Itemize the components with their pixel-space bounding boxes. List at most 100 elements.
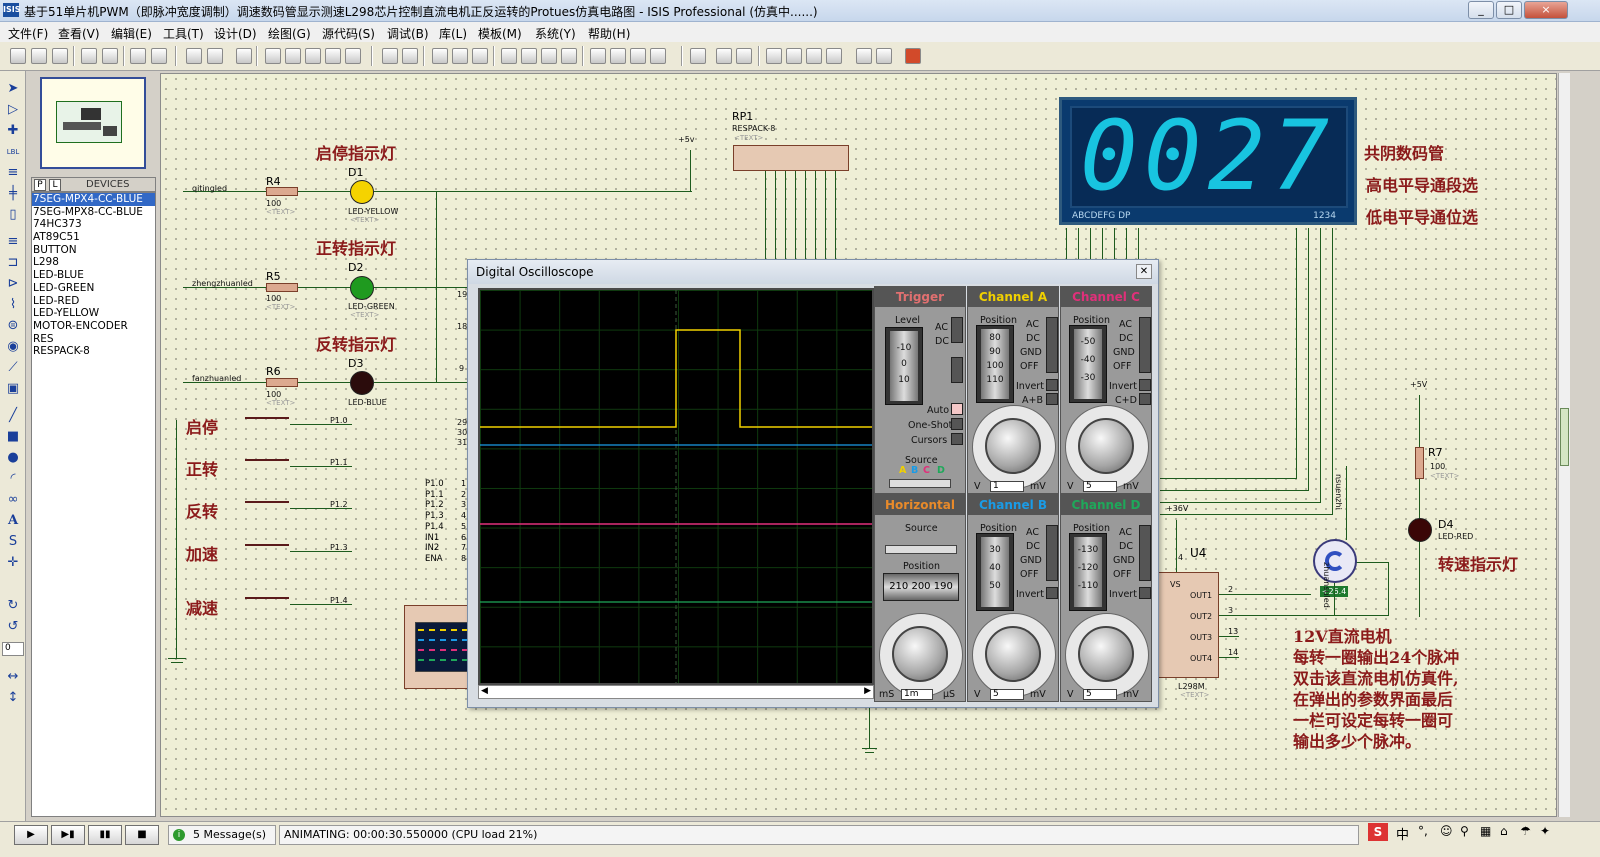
wire-label-mode-icon[interactable]: LBL xyxy=(5,144,21,160)
maximize-button[interactable]: □ xyxy=(1496,1,1522,19)
menu-library[interactable]: 库(L) xyxy=(439,25,467,42)
dc-motor-encoder[interactable] xyxy=(1313,539,1357,583)
zoom-child-icon[interactable] xyxy=(826,48,842,64)
trigger-source-slider[interactable] xyxy=(889,479,951,488)
coupling-dc[interactable]: DC xyxy=(1026,333,1040,344)
menu-edit[interactable]: 编辑(E) xyxy=(111,25,152,42)
punctuation-icon[interactable]: °, xyxy=(1418,824,1428,838)
channel-d-volts-value[interactable]: 5 xyxy=(1083,689,1117,700)
source-a[interactable]: A xyxy=(899,465,906,476)
channel-d-invert-toggle[interactable] xyxy=(1139,587,1151,599)
menu-view[interactable]: 查看(V) xyxy=(58,25,100,42)
r5-resistor[interactable] xyxy=(266,283,298,292)
channel-c-coupling-switch[interactable] xyxy=(1139,317,1151,373)
origin-icon[interactable] xyxy=(236,48,252,64)
menu-graph[interactable]: 绘图(G) xyxy=(268,25,311,42)
channel-b-invert-toggle[interactable] xyxy=(1046,587,1058,599)
export-icon[interactable] xyxy=(102,48,118,64)
menu-template[interactable]: 模板(M) xyxy=(478,25,522,42)
r6-resistor[interactable] xyxy=(266,378,298,387)
coupling-ac[interactable]: AC xyxy=(1026,319,1039,330)
mirror-vertical-icon[interactable]: ↕ xyxy=(5,690,21,706)
terminal-mode-icon[interactable]: ≡ xyxy=(5,234,21,250)
open-file-icon[interactable] xyxy=(31,48,47,64)
coupling-off[interactable]: OFF xyxy=(1113,569,1131,580)
grid-icon[interactable] xyxy=(207,48,223,64)
pin-mode-icon[interactable]: ⊐ xyxy=(5,255,21,271)
refresh-icon[interactable] xyxy=(186,48,202,64)
remove-sheet-icon[interactable] xyxy=(786,48,802,64)
trigger-ac[interactable]: AC xyxy=(935,322,948,333)
device-item[interactable]: LED-RED xyxy=(32,295,155,308)
channel-b-volts-knob[interactable] xyxy=(985,626,1041,682)
device-item[interactable]: MOTOR-ENCODER xyxy=(32,320,155,333)
channel-b-coupling-switch[interactable] xyxy=(1046,525,1058,581)
block-delete-icon[interactable] xyxy=(561,48,577,64)
play-button[interactable]: ▶ xyxy=(14,825,48,845)
graph-mode-icon[interactable]: ⊳ xyxy=(5,276,21,292)
zoom-area-icon[interactable] xyxy=(345,48,361,64)
coupling-dc[interactable]: DC xyxy=(1119,541,1133,552)
rotate-cw-icon[interactable]: ↻ xyxy=(5,598,21,614)
coupling-ac[interactable]: AC xyxy=(1119,319,1132,330)
device-item[interactable]: 74HC373 xyxy=(32,218,155,231)
menu-source[interactable]: 源代码(S) xyxy=(322,25,375,42)
channel-a-coupling-switch[interactable] xyxy=(1046,317,1058,373)
make-device-icon[interactable] xyxy=(610,48,626,64)
save-icon[interactable] xyxy=(52,48,68,64)
timebase-knob[interactable] xyxy=(892,626,948,682)
coupling-off[interactable]: OFF xyxy=(1020,361,1038,372)
copy-icon[interactable] xyxy=(452,48,468,64)
skin-icon[interactable]: ⌂ xyxy=(1500,824,1508,838)
pan-icon[interactable] xyxy=(265,48,281,64)
channel-a-volts-knob[interactable] xyxy=(985,418,1041,474)
block-copy-icon[interactable] xyxy=(501,48,517,64)
channel-d-coupling-switch[interactable] xyxy=(1139,525,1151,581)
coupling-gnd[interactable]: GND xyxy=(1020,555,1042,566)
minimize-button[interactable]: _ xyxy=(1468,1,1494,19)
bom-report-icon[interactable] xyxy=(856,48,872,64)
forward-button[interactable] xyxy=(245,459,289,469)
arc-tool-icon[interactable]: ◜ xyxy=(5,471,21,487)
oscilloscope-symbol[interactable] xyxy=(404,605,471,689)
ime-logo-icon[interactable]: S xyxy=(1368,823,1388,841)
toolbox-icon[interactable]: ✦ xyxy=(1540,824,1550,838)
rotation-input[interactable]: 0 xyxy=(2,642,24,656)
device-item[interactable]: BUTTON xyxy=(32,244,155,257)
wire-autoroute-icon[interactable] xyxy=(690,48,706,64)
voltage-probe-icon[interactable]: ⟋ xyxy=(5,360,21,376)
coupling-ac[interactable]: AC xyxy=(1119,527,1132,538)
coupling-dc[interactable]: DC xyxy=(1119,333,1133,344)
device-item[interactable]: LED-YELLOW xyxy=(32,307,155,320)
auto-toggle[interactable] xyxy=(951,403,963,415)
trigger-dc[interactable]: DC xyxy=(935,336,949,347)
text-script-mode-icon[interactable]: ≡ xyxy=(5,165,21,181)
channel-c-volts-value[interactable]: 5 xyxy=(1083,481,1117,492)
reverse-button[interactable] xyxy=(245,501,289,511)
channel-a-invert-toggle[interactable] xyxy=(1046,379,1058,391)
import-icon[interactable] xyxy=(81,48,97,64)
channel-b-volts-value[interactable]: 5 xyxy=(990,689,1024,700)
mirror-horizontal-icon[interactable]: ↔ xyxy=(5,669,21,685)
device-item[interactable]: LED-GREEN xyxy=(32,282,155,295)
print-icon[interactable] xyxy=(130,48,146,64)
trigger-edge-switch[interactable] xyxy=(951,357,963,383)
source-b[interactable]: B xyxy=(911,465,918,476)
erc-report-icon[interactable] xyxy=(876,48,892,64)
rp1-respack[interactable] xyxy=(733,145,849,171)
r4-resistor[interactable] xyxy=(266,187,298,196)
channel-a-position-slider[interactable]: 80 90 100 110 xyxy=(976,325,1014,403)
path-tool-icon[interactable]: ∞ xyxy=(5,492,21,508)
channel-c-volts-knob[interactable] xyxy=(1078,418,1134,474)
new-sheet-icon[interactable] xyxy=(766,48,782,64)
ime-chinese-icon[interactable]: 中 xyxy=(1396,824,1409,843)
box-tool-icon[interactable]: ■ xyxy=(5,429,21,445)
d3-blue-led[interactable] xyxy=(350,371,374,395)
symbol-tool-icon[interactable]: S xyxy=(5,534,21,550)
menu-system[interactable]: 系统(Y) xyxy=(535,25,576,42)
device-item[interactable]: LED-BLUE xyxy=(32,269,155,282)
packaging-icon[interactable] xyxy=(630,48,646,64)
menu-tools[interactable]: 工具(T) xyxy=(163,25,204,42)
d2-green-led[interactable] xyxy=(350,276,374,300)
exit-parent-icon[interactable] xyxy=(806,48,822,64)
